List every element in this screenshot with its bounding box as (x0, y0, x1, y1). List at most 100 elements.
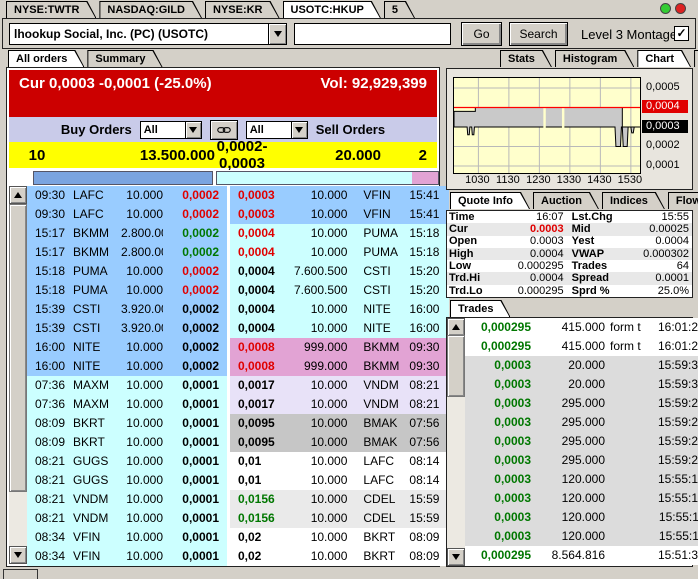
bid-side: 15:17BKMM2.800.0000,0002 (27, 224, 227, 243)
quote-value: 0.0001 (624, 272, 692, 284)
trade-price: 0,000295 (465, 546, 531, 565)
scroll-up-button[interactable] (447, 318, 465, 336)
ask-price: 0,0017 (230, 376, 294, 395)
bid-size: 10.000 (121, 528, 163, 547)
order-row[interactable]: 09:30LAFC10.0000,00020,000310.000VFIN15:… (27, 205, 449, 224)
trade-row[interactable]: 0,0003120.00015:55:13 (465, 470, 698, 489)
bid-mm: NITE (73, 338, 121, 357)
trade-row[interactable]: 0,0003120.00015:55:11 (465, 527, 698, 546)
quote-info-tab-bar: Quote InfoAuctionIndicesFlow (450, 192, 698, 209)
search-button[interactable]: Search (509, 22, 568, 46)
chevron-down-icon[interactable] (268, 24, 286, 44)
sell-filter-select[interactable]: All (246, 121, 308, 139)
bid-mm: NITE (73, 357, 121, 376)
order-row[interactable]: 15:18PUMA10.0000,00020,00047.600.500CSTI… (27, 281, 449, 300)
chart-tab-histogram[interactable]: Histogram (555, 50, 634, 67)
chart-tab-chart[interactable]: Chart (637, 50, 691, 67)
symbol-tab-5[interactable]: 5 (384, 1, 415, 18)
trades-panel: 0,000295415.000form t16:01:260,000295415… (446, 317, 693, 567)
chevron-down-icon[interactable] (185, 122, 201, 138)
trade-row[interactable]: 0,0003295.00015:59:28 (465, 413, 698, 432)
order-row[interactable]: 08:21GUGS10.0000,00010,0110.000LAFC08:14 (27, 452, 449, 471)
go-button[interactable]: Go (461, 22, 502, 46)
trade-row[interactable]: 0,0003120.00015:55:11 (465, 508, 698, 527)
order-row[interactable]: 08:21GUGS10.0000,00010,0110.000LAFC08:14 (27, 471, 449, 490)
quote-label: Open (447, 235, 495, 247)
trade-row[interactable]: 0,0003295.00015:59:26 (465, 432, 698, 451)
trade-row[interactable]: 0,000320.00015:59:36 (465, 356, 698, 375)
intraday-chart[interactable] (453, 77, 641, 174)
trades-scrollbar[interactable] (447, 318, 465, 566)
bid-side: 08:21VNDM10.0000,0001 (27, 509, 227, 528)
view-tab-summary[interactable]: Summary (87, 50, 162, 67)
trade-row[interactable]: 0,0003295.00015:59:26 (465, 451, 698, 470)
order-row[interactable]: 15:39CSTI3.920.0000,00020,000410.000NITE… (27, 319, 449, 338)
quote-row: High0.0004VWAP0.000302 (447, 248, 692, 260)
order-row[interactable]: 09:30LAFC10.0000,00020,000310.000VFIN15:… (27, 186, 449, 205)
quote-tab-quote-info[interactable]: Quote Info (450, 192, 530, 209)
symbol-tab-usotc-hkup[interactable]: USOTC:HKUP (283, 1, 381, 18)
order-row[interactable]: 15:17BKMM2.800.0000,00020,000410.000PUMA… (27, 243, 449, 262)
ask-mm: BMAK (357, 414, 409, 433)
trade-row[interactable]: 0,000320.00015:59:36 (465, 375, 698, 394)
order-row[interactable]: 16:00NITE10.0000,00020,0008999.000BKMM09… (27, 338, 449, 357)
quote-tab-indices[interactable]: Indices (602, 192, 665, 209)
bid-time: 08:34 (27, 547, 73, 566)
order-row[interactable]: 16:00NITE10.0000,00020,0008999.000BKMM09… (27, 357, 449, 376)
bid-mm: MAXM (73, 395, 121, 414)
quote-row: Trd.Hi0.0004Spread0.0001 (447, 272, 692, 284)
quote-label: High (447, 248, 495, 260)
scrollbar-thumb[interactable] (447, 335, 465, 397)
trade-row[interactable]: 0,0003295.00015:59:28 (465, 394, 698, 413)
bid-price: 0,0002 (163, 281, 227, 300)
bid-side: 15:18PUMA10.0000,0002 (27, 262, 227, 281)
trade-row[interactable]: 0,000295415.000form t16:01:26 (465, 337, 698, 356)
trade-row[interactable]: 0,000295415.000form t16:01:26 (465, 318, 698, 337)
order-row[interactable]: 08:34VFIN10.0000,00010,0210.000BKRT08:09 (27, 547, 449, 566)
ask-size: 10.000 (294, 205, 357, 224)
buy-filter-select[interactable]: All (140, 121, 202, 139)
link-filters-button[interactable] (210, 120, 238, 140)
order-row[interactable]: 07:36MAXM10.0000,00010,001710.000VNDM08:… (27, 395, 449, 414)
order-row[interactable]: 15:39CSTI3.920.0000,00020,000410.000NITE… (27, 300, 449, 319)
order-row[interactable]: 08:21VNDM10.0000,00010,015610.000CDEL15:… (27, 509, 449, 528)
symbol-search-input[interactable] (294, 23, 451, 45)
order-row[interactable]: 08:09BKRT10.0000,00010,009510.000BMAK07:… (27, 433, 449, 452)
bid-size: 3.920.000 (121, 319, 163, 338)
symbol-tab-nyse-twtr[interactable]: NYSE:TWTR (6, 1, 96, 18)
quote-tab-flow[interactable]: Flow (668, 192, 698, 209)
chart-tab-stats[interactable]: Stats (500, 50, 552, 67)
order-row[interactable]: 15:17BKMM2.800.0000,00020,000410.000PUMA… (27, 224, 449, 243)
order-row[interactable]: 08:09BKRT10.0000,00010,009510.000BMAK07:… (27, 414, 449, 433)
order-row[interactable]: 08:21VNDM10.0000,00010,015610.000CDEL15:… (27, 490, 449, 509)
panel-tab-trades[interactable]: Trades (450, 300, 510, 317)
trade-size: 120.000 (531, 489, 605, 508)
orders-scrollbar[interactable] (9, 186, 27, 564)
symbol-combobox[interactable]: lhookup Social, Inc. (PC) (USOTC) (9, 23, 287, 45)
bid-size: 10.000 (121, 414, 163, 433)
quote-label: Trd.Lo (447, 285, 495, 297)
order-row[interactable]: 15:18PUMA10.0000,00020,00047.600.500CSTI… (27, 262, 449, 281)
best-bid-offer-bar: 10 13.500.000 0,0002-0,0003 20.000 2 (9, 142, 437, 168)
scrollbar-thumb[interactable] (9, 204, 27, 492)
bid-time: 15:17 (27, 224, 73, 243)
scroll-down-button[interactable] (9, 546, 27, 564)
quote-tab-auction[interactable]: Auction (533, 192, 599, 209)
level3-montage-checkbox[interactable]: ✓ (674, 26, 689, 41)
symbol-tab-nasdaq-gild[interactable]: NASDAQ:GILD (99, 1, 202, 18)
trade-row[interactable]: 0,0003120.00015:55:13 (465, 489, 698, 508)
ask-mm: CDEL (357, 490, 409, 509)
ask-price: 0,0004 (230, 224, 294, 243)
ask-price: 0,0017 (230, 395, 294, 414)
trade-row[interactable]: 0,0002958.564.81615:51:34 (465, 546, 698, 565)
symbol-tab-nyse-kr[interactable]: NYSE:KR (205, 1, 280, 18)
chart-tab-tickscope[interactable]: TickScope (694, 50, 698, 67)
order-row[interactable]: 08:34VFIN10.0000,00010,0210.000BKRT08:09 (27, 528, 449, 547)
order-row[interactable]: 07:36MAXM10.0000,00010,001710.000VNDM08:… (27, 376, 449, 395)
chevron-down-icon[interactable] (291, 122, 307, 138)
ask-side: 0,015610.000CDEL15:59 (230, 509, 449, 528)
scroll-down-button[interactable] (447, 548, 465, 566)
scroll-up-button[interactable] (9, 186, 27, 204)
view-tab-all-orders[interactable]: All orders (8, 50, 84, 67)
ask-size: 10.000 (294, 243, 357, 262)
